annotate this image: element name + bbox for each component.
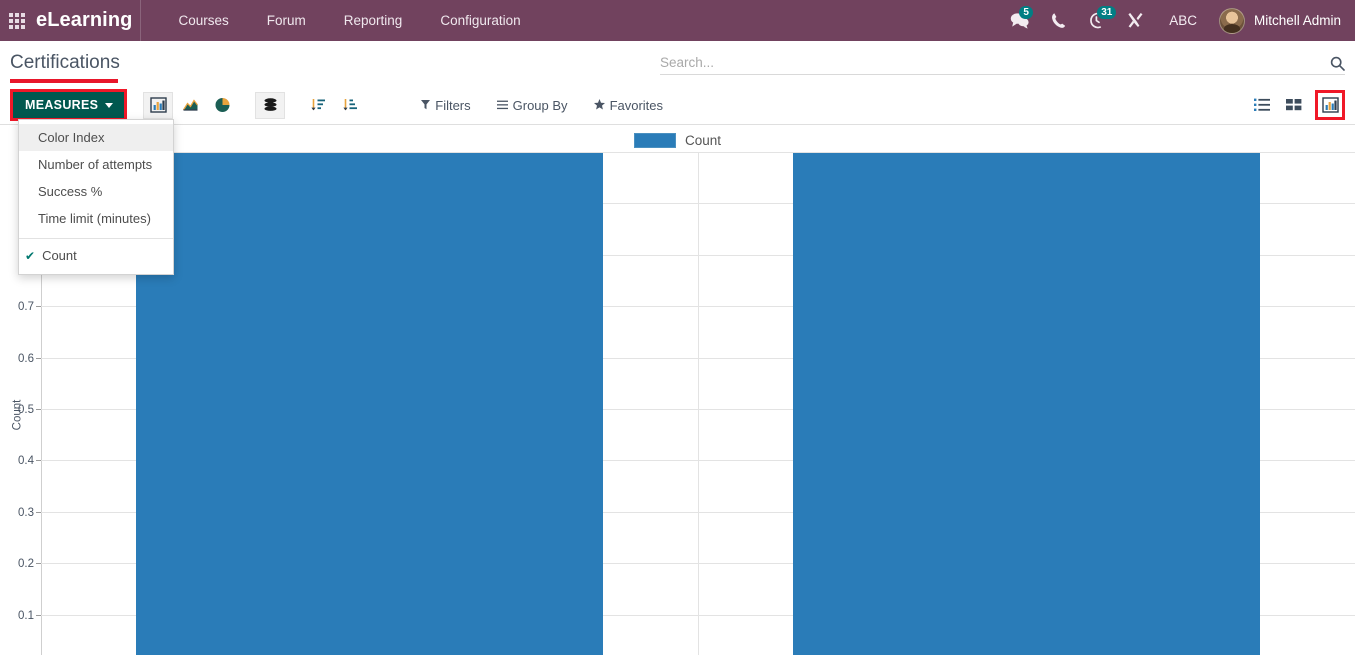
y-tick-label: 0.5 <box>18 404 34 416</box>
wrench-tools-icon[interactable] <box>1116 0 1155 41</box>
y-tick-mark <box>36 460 41 462</box>
navbar-divider <box>140 0 142 41</box>
measure-item-color-index[interactable]: Color Index <box>19 124 173 151</box>
avatar <box>1218 7 1245 34</box>
app-brand-elearning[interactable]: eLearning <box>34 9 140 32</box>
pie-chart-icon[interactable] <box>207 92 237 119</box>
filters-button[interactable]: Filters <box>421 94 482 117</box>
check-icon: ✔ <box>25 248 36 263</box>
legend-swatch-count[interactable] <box>633 133 676 148</box>
list-view-icon[interactable] <box>1251 94 1273 116</box>
database-name-label[interactable]: ABC <box>1155 13 1211 28</box>
stacked-icon[interactable] <box>255 91 286 119</box>
y-tick-label: 0.2 <box>18 558 34 571</box>
chart-legend: Count <box>0 133 1355 148</box>
nav-item-configuration[interactable]: Configuration <box>421 0 539 41</box>
sort-descending-icon[interactable] <box>303 92 333 119</box>
legend-label-count: Count <box>684 133 722 148</box>
bar-1[interactable] <box>793 153 1260 655</box>
user-menu[interactable]: Mitchell Admin <box>1211 7 1341 34</box>
phone-icon[interactable] <box>1040 0 1077 41</box>
graph-view-icon[interactable] <box>1315 90 1345 120</box>
view-switcher <box>1251 90 1345 120</box>
measures-button-label: MEASURES <box>25 98 99 112</box>
y-tick-mark <box>36 357 41 359</box>
chart-type-toolbar <box>143 91 365 119</box>
nav-item-reporting[interactable]: Reporting <box>325 0 422 41</box>
y-tick-label: 0.3 <box>18 506 34 519</box>
favorites-button[interactable]: Favorites <box>593 94 675 117</box>
search-facet-buttons: Filters Group By Favorites <box>421 94 689 117</box>
graph-view: Count Count 00.10.20.30.40.50.60.70.80.9… <box>0 125 1355 655</box>
page-title-text: Certifications <box>10 52 120 73</box>
messages-icon[interactable]: 5 <box>999 0 1040 41</box>
y-tick-label: 0.1 <box>18 609 34 622</box>
page-title: Certifications <box>0 41 120 83</box>
measure-item-time-limit[interactable]: Time limit (minutes) <box>19 205 173 232</box>
y-tick-label: 0.7 <box>18 301 34 314</box>
nav-item-forum[interactable]: Forum <box>248 0 325 41</box>
gridline-vertical <box>698 153 699 655</box>
measure-item-count[interactable]: ✔ Count <box>19 239 173 274</box>
navbar-menu: Courses Forum Reporting Configuration <box>159 0 539 41</box>
activities-badge: 31 <box>1097 6 1117 19</box>
y-tick-label: 0.6 <box>18 352 34 365</box>
search-input[interactable] <box>660 54 1324 72</box>
nav-item-courses[interactable]: Courses <box>159 0 247 41</box>
group-by-lines-icon <box>496 98 508 113</box>
activities-clock-icon[interactable]: 31 <box>1077 0 1117 41</box>
y-tick-mark <box>36 511 41 513</box>
y-tick-mark <box>36 614 41 616</box>
group-by-label: Group By <box>512 97 568 113</box>
messages-badge: 5 <box>1019 6 1034 19</box>
measure-item-count-label: Count <box>42 248 77 263</box>
bar-0[interactable] <box>136 153 603 655</box>
measure-item-success-percent[interactable]: Success % <box>19 178 173 205</box>
group-by-button[interactable]: Group By <box>496 94 580 117</box>
sort-ascending-icon[interactable] <box>335 92 365 119</box>
search-bar <box>660 41 1345 75</box>
y-tick-label: 0.4 <box>18 455 34 468</box>
y-tick-mark <box>36 409 41 410</box>
apps-grid-icon[interactable] <box>0 0 34 41</box>
top-navbar: eLearning Courses Forum Reporting Config… <box>0 0 1355 41</box>
control-panel: Certifications MEASURES Color Index Numb… <box>0 41 1355 275</box>
measures-dropdown-wrapper: MEASURES Color Index Number of attempts … <box>10 89 174 275</box>
kanban-view-icon[interactable] <box>1283 94 1305 116</box>
control-panel-bottom-row: MEASURES Color Index Number of attempts … <box>0 86 1355 275</box>
page-title-highlight-underline <box>10 79 118 83</box>
measures-button[interactable]: MEASURES <box>10 89 128 121</box>
line-chart-icon[interactable] <box>175 92 205 119</box>
bar-chart-icon[interactable] <box>143 91 174 119</box>
chevron-down-icon <box>105 102 114 108</box>
filter-funnel-icon <box>421 98 431 113</box>
search-icon[interactable] <box>1324 56 1345 71</box>
control-panel-top-row: Certifications <box>0 41 1355 86</box>
navbar-right-tools: 5 31 ABC Mitchell Admin <box>999 0 1355 41</box>
favorites-label: Favorites <box>609 97 664 113</box>
star-icon <box>593 98 605 113</box>
y-tick-mark <box>36 306 41 308</box>
user-name-label: Mitchell Admin <box>1253 13 1341 28</box>
filters-label: Filters <box>435 97 471 113</box>
measure-item-number-of-attempts[interactable]: Number of attempts <box>19 151 173 178</box>
measures-dropdown-menu: Color Index Number of attempts Success %… <box>18 119 174 275</box>
plot-area: 00.10.20.30.40.50.60.70.80.91 Furniture … <box>18 147 1355 655</box>
y-tick-mark <box>36 563 41 565</box>
